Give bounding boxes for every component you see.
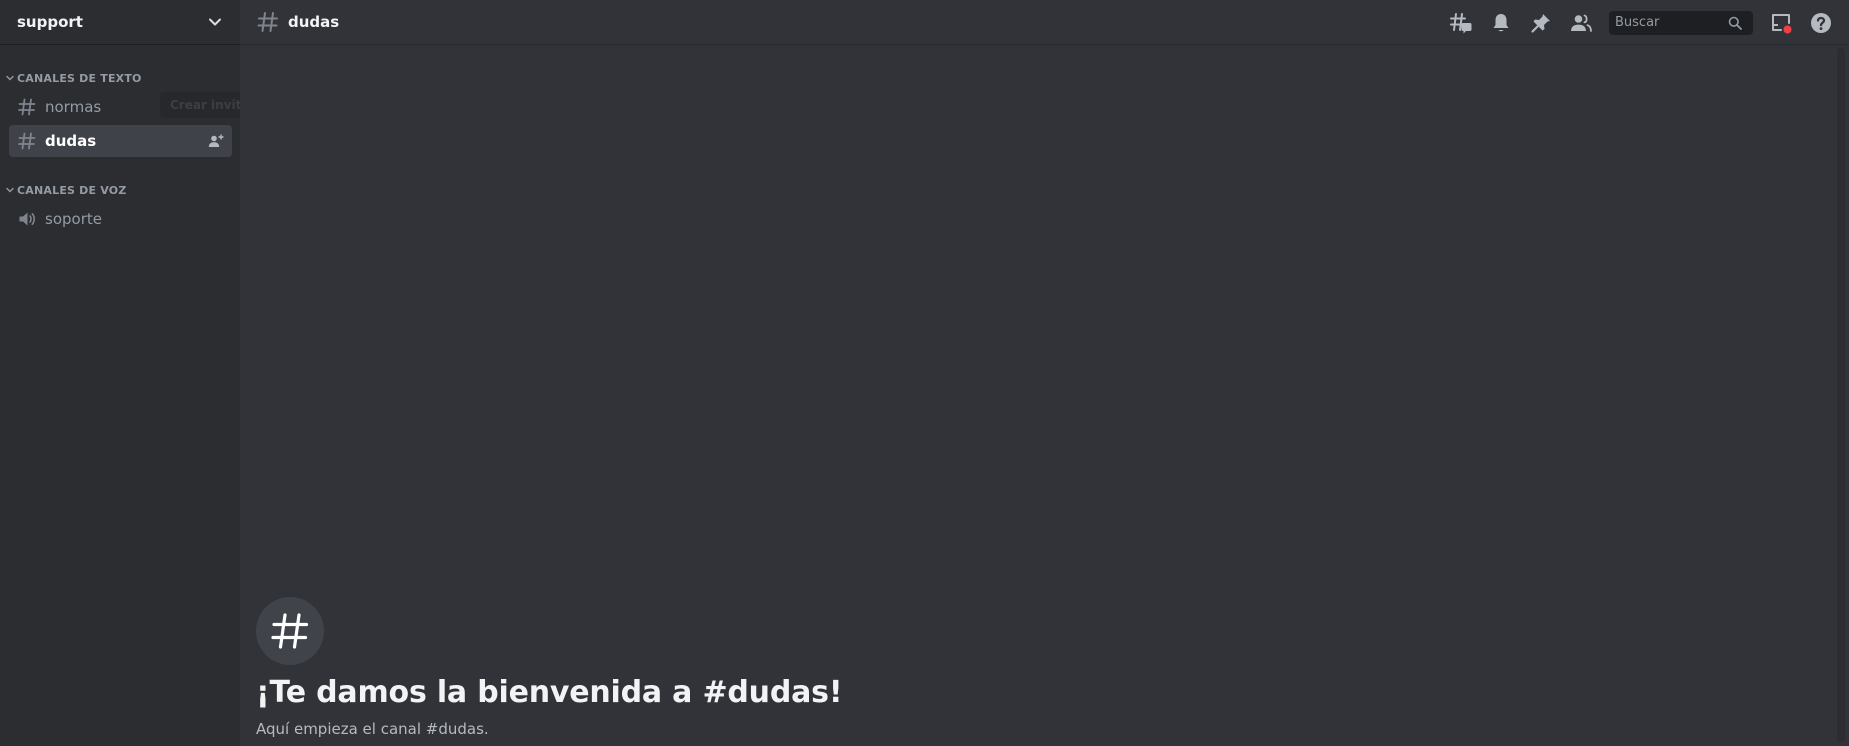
member-list-button[interactable] bbox=[1569, 11, 1593, 35]
chevron-down-icon bbox=[206, 13, 224, 31]
category-text-channels[interactable]: CANALES DE TEXTO bbox=[0, 67, 240, 89]
channel-sidebar: support CANALES DE TEXTO normas dudas CA… bbox=[0, 0, 288, 746]
channel-avatar bbox=[256, 597, 324, 665]
channel-label: normas bbox=[45, 98, 102, 116]
category-voice-channels[interactable]: CANALES DE VOZ bbox=[0, 179, 240, 201]
chevron-down-icon bbox=[6, 187, 14, 193]
channel-header: dudas bbox=[240, 0, 1849, 45]
channel-title: dudas bbox=[288, 13, 340, 31]
help-button[interactable] bbox=[1809, 11, 1833, 35]
message-scrollbar[interactable] bbox=[1837, 48, 1845, 742]
hash-icon bbox=[18, 98, 36, 116]
inbox-button[interactable] bbox=[1769, 11, 1793, 35]
hash-icon bbox=[257, 12, 278, 32]
channel-label: dudas bbox=[45, 132, 97, 150]
discord-app: support CANALES DE TEXTO normas dudas CA… bbox=[0, 0, 1849, 746]
threads-icon bbox=[1450, 12, 1472, 33]
channel-list: CANALES DE TEXTO normas dudas CANALES DE… bbox=[0, 45, 240, 235]
members-icon bbox=[1571, 14, 1592, 32]
chevron-down-icon bbox=[6, 75, 14, 81]
header-toolbar bbox=[1433, 0, 1849, 45]
pin-icon bbox=[1531, 13, 1550, 33]
welcome-subtitle: Aquí empieza el canal #dudas. bbox=[256, 720, 489, 738]
hash-icon bbox=[271, 613, 309, 649]
pinned-messages-button[interactable] bbox=[1529, 11, 1553, 35]
speaker-icon bbox=[19, 212, 35, 226]
channel-label: soporte bbox=[45, 210, 102, 228]
search-icon bbox=[1728, 16, 1742, 30]
add-user-icon[interactable] bbox=[208, 133, 224, 149]
channel-welcome: ¡Te damos la bienvenida a #dudas! Aquí e… bbox=[256, 597, 842, 738]
search-box[interactable] bbox=[1609, 10, 1753, 35]
help-icon bbox=[1811, 12, 1831, 33]
welcome-title: ¡Te damos la bienvenida a #dudas! bbox=[256, 675, 843, 710]
chat-main: dudas Buscar ¡Te damos la bienvenida a #… bbox=[240, 0, 1849, 746]
category-label: CANALES DE TEXTO bbox=[17, 71, 142, 85]
category-label: CANALES DE VOZ bbox=[17, 183, 127, 197]
channel-item-dudas[interactable]: dudas bbox=[9, 125, 232, 157]
channel-item-soporte[interactable]: soporte bbox=[9, 203, 232, 235]
search-input[interactable] bbox=[1615, 15, 1727, 30]
inbox-icon bbox=[1772, 13, 1792, 33]
server-name: support bbox=[17, 13, 83, 31]
hash-icon bbox=[18, 132, 36, 150]
notifications-button[interactable] bbox=[1489, 11, 1513, 35]
bell-icon bbox=[1493, 13, 1509, 31]
server-header[interactable]: support bbox=[0, 0, 240, 45]
threads-button[interactable] bbox=[1449, 11, 1473, 35]
